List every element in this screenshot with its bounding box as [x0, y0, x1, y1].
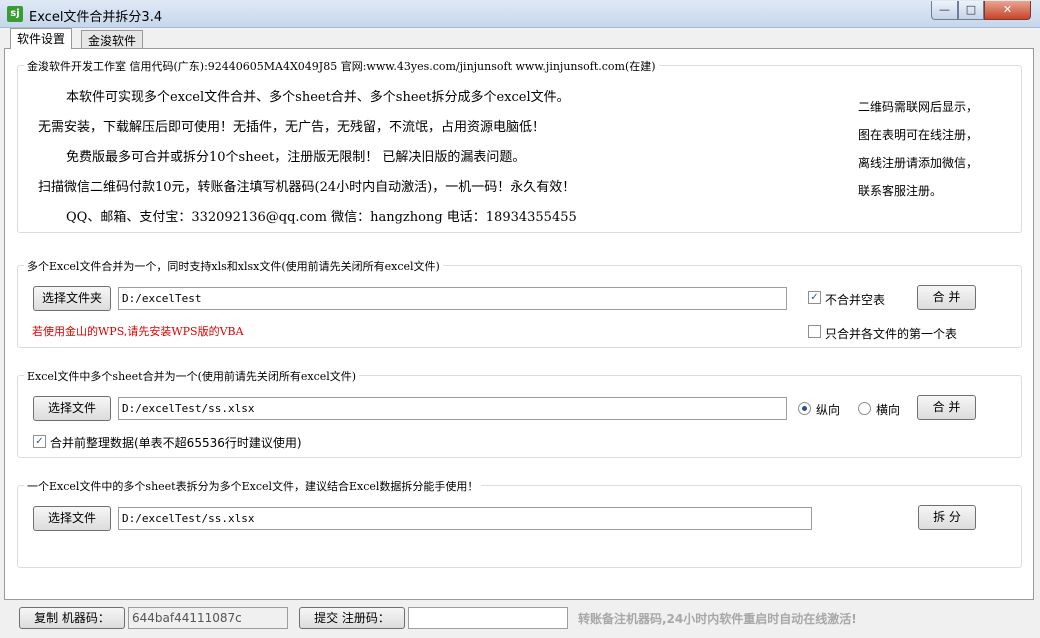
skip-empty-checkbox[interactable]: ✓: [808, 291, 821, 304]
info-line-3: 免费版最多可合并或拆分10个sheet，注册版无限制！ 已解决旧版的漏表问题。: [66, 150, 526, 165]
reg-code-input[interactable]: [408, 607, 568, 629]
copy-machine-code-button[interactable]: 复制 机器码：: [19, 607, 125, 629]
vertical-radio[interactable]: [798, 402, 811, 415]
select-folder-button[interactable]: 选择文件夹: [33, 286, 111, 311]
status-bar: 复制 机器码： 644baf44111087c 提交 注册码： 转账备注机器码,…: [0, 604, 1040, 638]
vertical-label: 纵向: [816, 403, 841, 417]
skip-empty-label: 不合并空表: [825, 293, 886, 307]
tab-software-settings[interactable]: 软件设置: [10, 28, 73, 49]
activation-note: 转账备注机器码,24小时内软件重启时自动在线激活!: [578, 612, 857, 626]
horizontal-radio[interactable]: [858, 402, 871, 415]
split-sheets-legend: 一个Excel文件中的多个sheet表拆分为多个Excel文件，建议结合Exce…: [24, 478, 482, 494]
maximize-button[interactable]: □: [958, 1, 984, 20]
file-path-input[interactable]: D:/excelTest/ss.xlsx: [118, 397, 787, 420]
side-note-2: 图在表明可在线注册，: [858, 128, 979, 142]
tidy-data-label: 合并前整理数据(单表不超65536行时建议使用): [50, 436, 302, 450]
title-bar: sj Excel文件合并拆分3.4 — □ ✕: [0, 0, 1040, 28]
merge-files-legend: 多个Excel文件合并为一个，同时支持xls和xlsx文件(使用前请先关闭所有e…: [24, 258, 443, 274]
minimize-button[interactable]: —: [931, 1, 958, 20]
tab-strip: 软件设置 金浚软件: [0, 28, 1040, 49]
split-sheets-group: 一个Excel文件中的多个sheet表拆分为多个Excel文件，建议结合Exce…: [17, 478, 1022, 568]
tab-jinjun-software[interactable]: 金浚软件: [81, 30, 144, 49]
first-sheet-only-checkbox[interactable]: [808, 325, 821, 338]
first-sheet-only-label: 只合并各文件的第一个表: [825, 327, 958, 341]
select-file-button[interactable]: 选择文件: [33, 396, 111, 421]
merge-files-group: 多个Excel文件合并为一个，同时支持xls和xlsx文件(使用前请先关闭所有e…: [17, 258, 1022, 348]
machine-code-field[interactable]: 644baf44111087c: [128, 607, 288, 629]
app-icon: sj: [7, 6, 23, 22]
side-note-3: 离线注册请添加微信，: [858, 156, 979, 170]
side-note-1: 二维码需联网后显示，: [858, 100, 979, 114]
close-button[interactable]: ✕: [984, 1, 1031, 20]
merge-sheets-legend: Excel文件中多个sheet合并为一个(使用前请先关闭所有excel文件): [24, 368, 360, 384]
merge-sheets-button[interactable]: 合 并: [917, 395, 976, 420]
tidy-data-checkbox[interactable]: ✓: [33, 435, 46, 448]
info-line-1: 本软件可实现多个excel文件合并、多个sheet合并、多个sheet拆分成多个…: [66, 90, 570, 105]
window-title: Excel文件合并拆分3.4: [29, 10, 163, 25]
info-line-contact: QQ、邮箱、支付宝：332092136@qq.com 微信：hangzhong …: [66, 210, 577, 225]
merge-sheets-group: Excel文件中多个sheet合并为一个(使用前请先关闭所有excel文件) 选…: [17, 368, 1022, 458]
info-line-4: 扫描微信二维码付款10元，转账备注填写机器码(24小时内自动激活)，一机一码！永…: [38, 180, 576, 195]
info-line-2: 无需安装，下载解压后即可使用！无插件，无广告，无残留，不流氓，占用资源电脑低！: [38, 120, 546, 135]
merge-files-button[interactable]: 合 并: [917, 285, 976, 310]
split-button[interactable]: 拆 分: [918, 505, 976, 530]
folder-path-input[interactable]: D:/excelTest: [118, 287, 787, 310]
company-info-header: 金浚软件开发工作室 信用代码(广东):92440605MA4X049J85 官网…: [24, 58, 659, 74]
split-file-path-input[interactable]: D:/excelTest/ss.xlsx: [118, 507, 812, 530]
horizontal-label: 横向: [876, 403, 901, 417]
side-note-4: 联系客服注册。: [858, 184, 943, 198]
info-group: 金浚软件开发工作室 信用代码(广东):92440605MA4X049J85 官网…: [17, 58, 1022, 233]
submit-reg-code-button[interactable]: 提交 注册码：: [299, 607, 405, 629]
wps-warning: 若使用金山的WPS,请先安装WPS版的VBA: [32, 325, 244, 338]
select-file-button-split[interactable]: 选择文件: [33, 506, 111, 531]
